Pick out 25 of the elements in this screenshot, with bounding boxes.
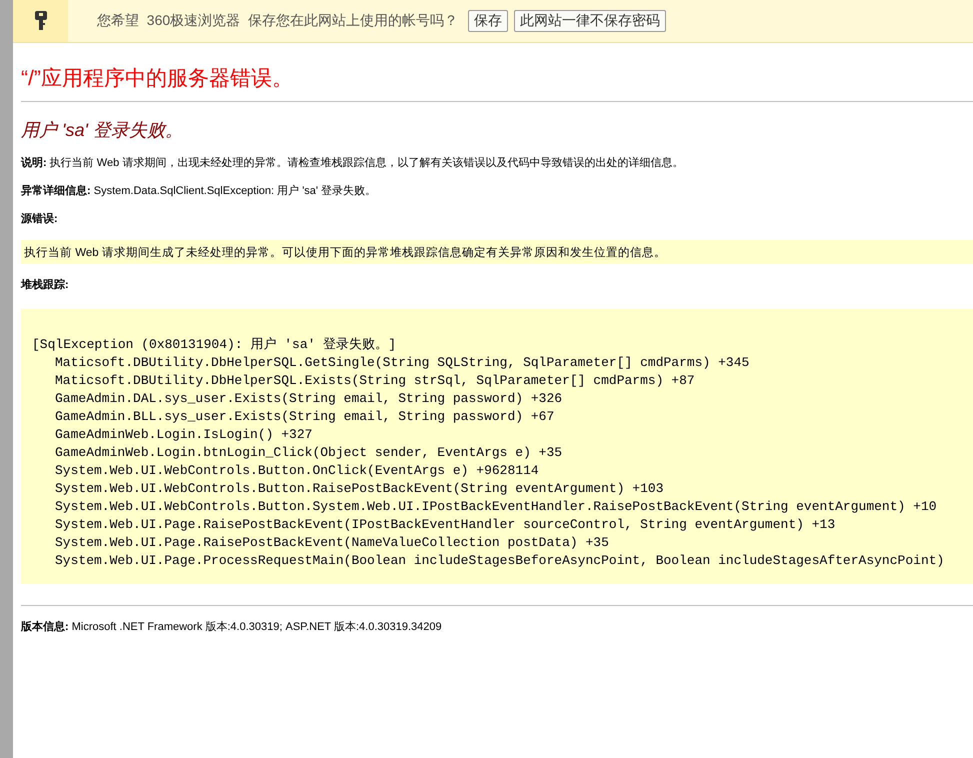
stack-trace-header: [SqlException (0x80131904): 用户 'sa' 登录失败。] — [32, 336, 396, 354]
exception-details: 异常详细信息: System.Data.SqlClient.SqlException: 用户 'sa' 登录失败。 — [21, 184, 378, 198]
source-error-text: 执行当前 Web 请求期间生成了未经处理的异常。可以使用下面的异常堆栈跟踪信息确定有关异常原因和发生位置的信息。 — [24, 247, 666, 259]
error-description: 说明: 执行当前 Web 请求期间，出现未经处理的异常。请检查堆栈跟踪信息，以了解有关该错误以及代码中导致错误的出处的详细信息。 — [21, 156, 684, 170]
source-error-label: 源错误: — [21, 212, 59, 226]
stack-frame: System.Web.UI.Page.RaisePostBackEvent(NameValueCollection postData) +35 — [32, 534, 609, 552]
save-password-prompt: 您希望 360极速浏览器 保存您在此网站上使用的帐号吗？ — [97, 12, 458, 30]
version-info: 版本信息: Microsoft .NET Framework 版本:4.0.30319; ASP.NET 版本:4.0.30319.34209 — [21, 620, 443, 634]
stack-frame: GameAdminWeb.Login.btnLogin_Click(Object sender, EventArgs e) +35 — [32, 444, 562, 462]
key-icon — [34, 11, 46, 31]
stack-frame: GameAdminWeb.Login.IsLogin() +327 — [32, 426, 312, 444]
stack-frame: GameAdmin.BLL.sys_user.Exists(String email, String password) +67 — [32, 408, 554, 426]
stack-frame: Maticsoft.DBUtility.DbHelperSQL.Exists(String strSql, SqlParameter[] cmdParms) +87 — [32, 372, 695, 390]
stack-frame: System.Web.UI.WebControls.Button.RaisePostBackEvent(String eventArgument) +103 — [32, 480, 664, 498]
stack-frame: System.Web.UI.Page.ProcessRequestMain(Boolean includeStagesBeforeAsyncPoint, Boolean includeStagesAfterAsyncPoint) — [32, 552, 944, 570]
stack-frame: System.Web.UI.Page.RaisePostBackEvent(IPostBackEventHandler sourceControl, String eventArgument) +13 — [32, 516, 836, 534]
error-title: “/”应用程序中的服务器错误。 — [21, 66, 294, 92]
error-subtitle: 用户 'sa' 登录失败。 — [21, 119, 184, 142]
infobar-button[interactable]: 保存 — [468, 10, 508, 32]
infobar-button[interactable]: 此网站一律不保存密码 — [514, 10, 666, 32]
stack-frame: System.Web.UI.WebControls.Button.OnClick(EventArgs e) +9628114 — [32, 462, 539, 480]
stack-frame: Maticsoft.DBUtility.DbHelperSQL.GetSingle(String SQLString, SqlParameter[] cmdParms) +345 — [32, 354, 750, 372]
stack-frame: GameAdmin.DAL.sys_user.Exists(String email, String password) +326 — [32, 390, 562, 408]
stack-trace-label: 堆栈跟踪: — [21, 278, 70, 292]
stack-frame: System.Web.UI.WebControls.Button.System.Web.UI.IPostBackEventHandler.RaisePostBackEvent(String eventArgument) +10 — [32, 498, 937, 516]
